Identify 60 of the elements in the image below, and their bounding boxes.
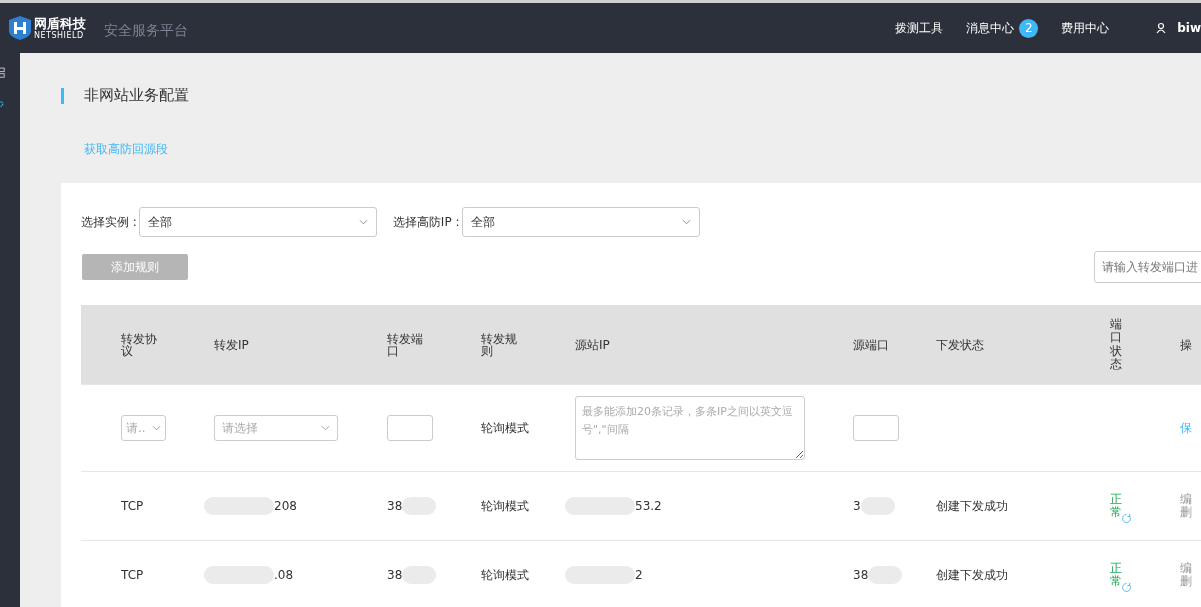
refresh-icon[interactable] (1121, 581, 1132, 593)
platform-title: 安全服务平台 (104, 22, 188, 40)
table-cell: 38 (387, 499, 403, 513)
table-cell: 创建下发成功 (936, 566, 1008, 584)
chevron-down-icon (321, 425, 330, 431)
logo-subtitle: NETSHIELD (34, 31, 84, 40)
nav-link[interactable]: 消息中心 (966, 19, 1015, 37)
fetch-source-range-link[interactable]: 获取高防回源段 (84, 141, 1201, 158)
source-ip-field[interactable]: 最多能添加20条记录，多条IP之间以英文逗号","间隔 (575, 396, 805, 460)
column-header: 端口状态 (1110, 318, 1122, 371)
ip-dropdown[interactable]: 请选择 (214, 415, 338, 441)
table-cell: 38 (387, 568, 403, 582)
column-header: 源端口 (853, 338, 890, 351)
filter-dropdown[interactable]: 全部 (461, 207, 700, 237)
port-status-text: 正常 (1110, 492, 1122, 520)
delete-link[interactable]: 删 (1180, 506, 1192, 519)
chevron-down-icon (152, 425, 161, 431)
table-cell: 轮询模式 (481, 569, 529, 581)
page-title: 非网站业务配置 (84, 86, 189, 105)
edit-link[interactable]: 编 (1180, 562, 1192, 575)
source-port-input[interactable] (853, 415, 899, 441)
filter-dropdown[interactable]: 全部 (138, 207, 377, 237)
user-icon[interactable] (1155, 22, 1168, 34)
table-cell: TCP (121, 568, 144, 582)
protocol-dropdown[interactable]: 请.. (121, 415, 166, 441)
delete-link[interactable]: 删 (1180, 575, 1192, 588)
port-status-text: 正常 (1110, 561, 1122, 589)
chevron-down-icon (681, 219, 691, 225)
column-header: 操 (1180, 338, 1193, 351)
table-cell: 208 (274, 499, 297, 513)
table-cell: 2 (635, 568, 643, 582)
search-field[interactable]: 请输入转发端口进 (1094, 251, 1201, 283)
column-header: 转发端口 (387, 332, 424, 357)
column-header: 下发状态 (936, 338, 984, 351)
user-name[interactable]: biw (1177, 21, 1201, 35)
nav-link[interactable]: 费用中心 (1061, 19, 1110, 37)
table-cell: .08 (274, 568, 294, 582)
table-cell: 38 (853, 568, 869, 582)
table-cell: 创建下发成功 (936, 497, 1008, 515)
column-header: 源站IP (575, 338, 610, 351)
chevron-down-icon (358, 219, 368, 225)
column-header: 转发协议 (121, 332, 158, 357)
save-link[interactable]: 保 (1180, 419, 1192, 437)
shield-logo-icon (8, 14, 32, 42)
column-header: 转发IP (214, 338, 249, 351)
grid-icon[interactable] (0, 65, 7, 81)
port-input[interactable] (387, 415, 433, 441)
rule-text: 轮询模式 (481, 422, 529, 434)
table-cell: TCP (121, 499, 144, 513)
refresh-icon[interactable] (1121, 512, 1132, 524)
table-cell: 53.2 (635, 499, 662, 513)
message-count-badge: 2 (1019, 18, 1039, 38)
filter-label: 选择实例 : (81, 213, 137, 231)
logo-text: 网盾科技 (34, 16, 86, 31)
table-cell: 3 (853, 499, 861, 513)
table-cell: 轮询模式 (481, 500, 529, 512)
filter-label: 选择高防IP : (392, 213, 460, 231)
nav-link[interactable]: 拨测工具 (895, 19, 944, 37)
edit-link[interactable]: 编 (1180, 493, 1192, 506)
column-header: 转发规则 (481, 332, 518, 357)
